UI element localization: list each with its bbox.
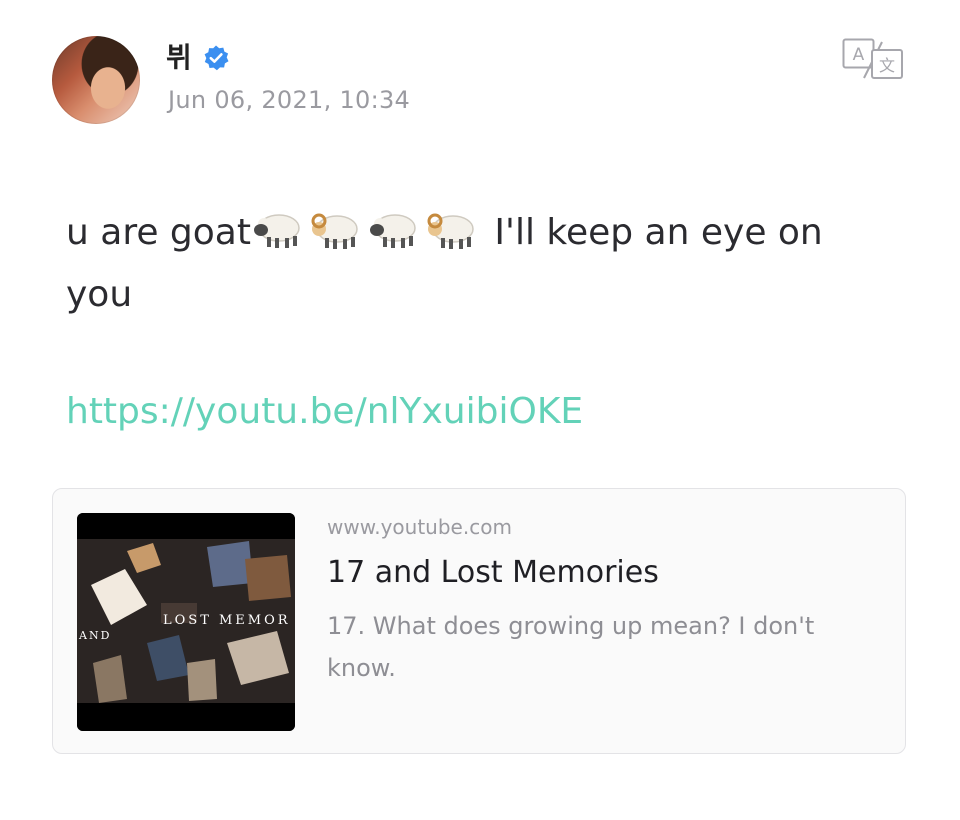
ram-emoji	[427, 213, 474, 249]
verified-badge-icon	[204, 45, 229, 71]
card-title[interactable]: 17 and Lost Memories	[327, 555, 659, 590]
avatar[interactable]	[52, 36, 140, 124]
post-header: 뷔 Jun 06, 2021, 10:34 A 文	[52, 36, 908, 126]
svg-text:A: A	[853, 45, 865, 65]
translate-icon[interactable]: A 文	[842, 38, 904, 80]
svg-text:文: 文	[879, 56, 895, 75]
card-domain: www.youtube.com	[327, 515, 512, 539]
sheep-emoji	[253, 214, 300, 248]
card-description: 17. What does growing up mean? I don't k…	[327, 612, 815, 682]
post-text: u are goat I'll keep an eye on you	[66, 202, 866, 326]
post-date: Jun 06, 2021, 10:34	[168, 86, 411, 114]
video-thumbnail[interactable]: LOST MEMOR AND	[77, 513, 295, 731]
ram-emoji	[311, 213, 358, 249]
link-preview-card[interactable]: LOST MEMOR AND www.youtube.com 17 and Lo…	[52, 488, 906, 754]
sheep-emoji	[369, 214, 416, 248]
author-name[interactable]: 뷔	[166, 38, 192, 78]
author-row: 뷔	[166, 38, 230, 78]
post-link[interactable]: https://youtu.be/nlYxuibiOKE	[66, 388, 583, 436]
thumbnail-title-text: LOST MEMOR	[163, 613, 291, 628]
thumbnail-side-text: AND	[79, 629, 112, 642]
post-text-start: u are goat	[66, 212, 251, 253]
